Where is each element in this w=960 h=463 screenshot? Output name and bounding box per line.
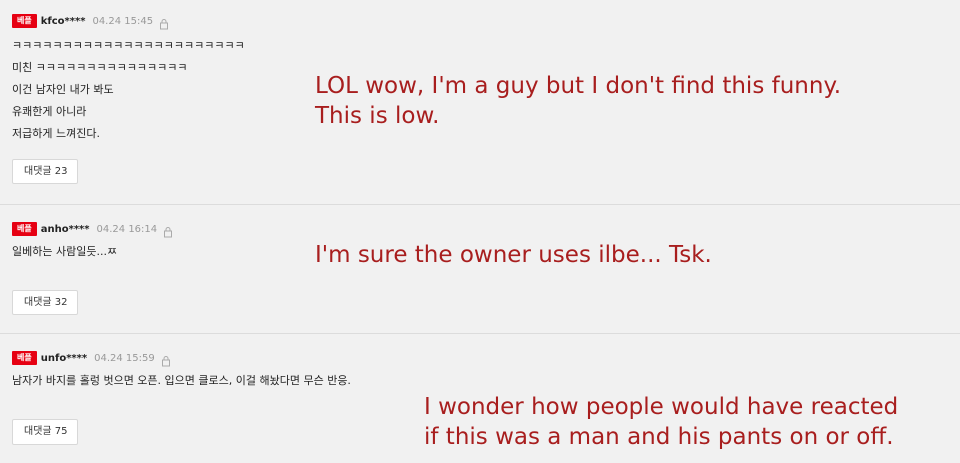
caption-line: LOL wow, I'm a guy but I don't find this… <box>315 73 842 99</box>
comment-author[interactable]: anho**** <box>41 224 90 235</box>
comment-line: ㅋㅋㅋㅋㅋㅋㅋㅋㅋㅋㅋㅋㅋㅋㅋㅋㅋㅋㅋㅋㅋㅋㅋ <box>12 39 245 52</box>
best-comment-badge: 베플 <box>12 351 37 365</box>
comment-date: 04.24 15:45 <box>92 15 154 27</box>
best-comment-badge: 베플 <box>12 222 37 236</box>
translation-caption: LOL wow, I'm a guy but I don't find this… <box>315 71 841 131</box>
comment-line: 일베하는 사람일듯...ㅉ <box>12 245 118 258</box>
comment-body: 남자가 바지를 홀렁 벗으면 오픈. 입으면 클로스, 이걸 해놨다면 무슨 반… <box>12 370 351 392</box>
comment-meta: 베플 kfco**** 04.24 15:45 <box>12 13 169 30</box>
comment-meta: 베플 anho**** 04.24 16:14 <box>12 221 173 238</box>
reply-count-button[interactable]: 대댓글 75 <box>12 419 78 445</box>
reply-count-button[interactable]: 대댓글 32 <box>12 290 78 315</box>
translation-caption: I'm sure the owner uses ilbe... Tsk. <box>315 240 712 270</box>
comment-body: 일베하는 사람일듯...ㅉ <box>12 241 117 263</box>
comment-author[interactable]: kfco**** <box>41 16 86 27</box>
translation-caption: I wonder how people would have reacted i… <box>424 392 898 452</box>
reply-count-button[interactable]: 대댓글 23 <box>12 159 78 184</box>
comment-line: 유쾌한게 아니라 <box>12 105 87 118</box>
comment-date: 04.24 16:14 <box>96 223 158 235</box>
comment-line: 이건 남자인 내가 봐도 <box>12 83 114 96</box>
best-comment-badge: 베플 <box>12 14 37 28</box>
comment-meta: 베플 unfo**** 04.24 15:59 <box>12 350 171 367</box>
comment-date: 04.24 15:59 <box>94 352 155 364</box>
caption-line: This is low. <box>315 103 440 129</box>
comment-line: 저급하게 느껴진다. <box>12 127 100 140</box>
comment-line: 미친 ㅋㅋㅋㅋㅋㅋㅋㅋㅋㅋㅋㅋㅋㅋㅋ <box>12 61 188 74</box>
comment-body: ㅋㅋㅋㅋㅋㅋㅋㅋㅋㅋㅋㅋㅋㅋㅋㅋㅋㅋㅋㅋㅋㅋㅋ 미친 ㅋㅋㅋㅋㅋㅋㅋㅋㅋㅋㅋㅋㅋ… <box>12 35 245 145</box>
caption-line: I'm sure the owner uses ilbe... Tsk. <box>315 242 712 268</box>
comment-line: 남자가 바지를 홀렁 벗으면 오픈. 입으면 클로스, 이걸 해놨다면 무슨 반… <box>12 374 351 387</box>
lock-icon[interactable] <box>161 352 171 367</box>
lock-icon[interactable] <box>163 223 173 238</box>
comment-author[interactable]: unfo**** <box>41 353 87 364</box>
caption-line: if this was a man and his pants on or of… <box>424 424 894 450</box>
caption-line: I wonder how people would have reacted <box>424 394 899 420</box>
lock-icon[interactable] <box>159 15 169 30</box>
